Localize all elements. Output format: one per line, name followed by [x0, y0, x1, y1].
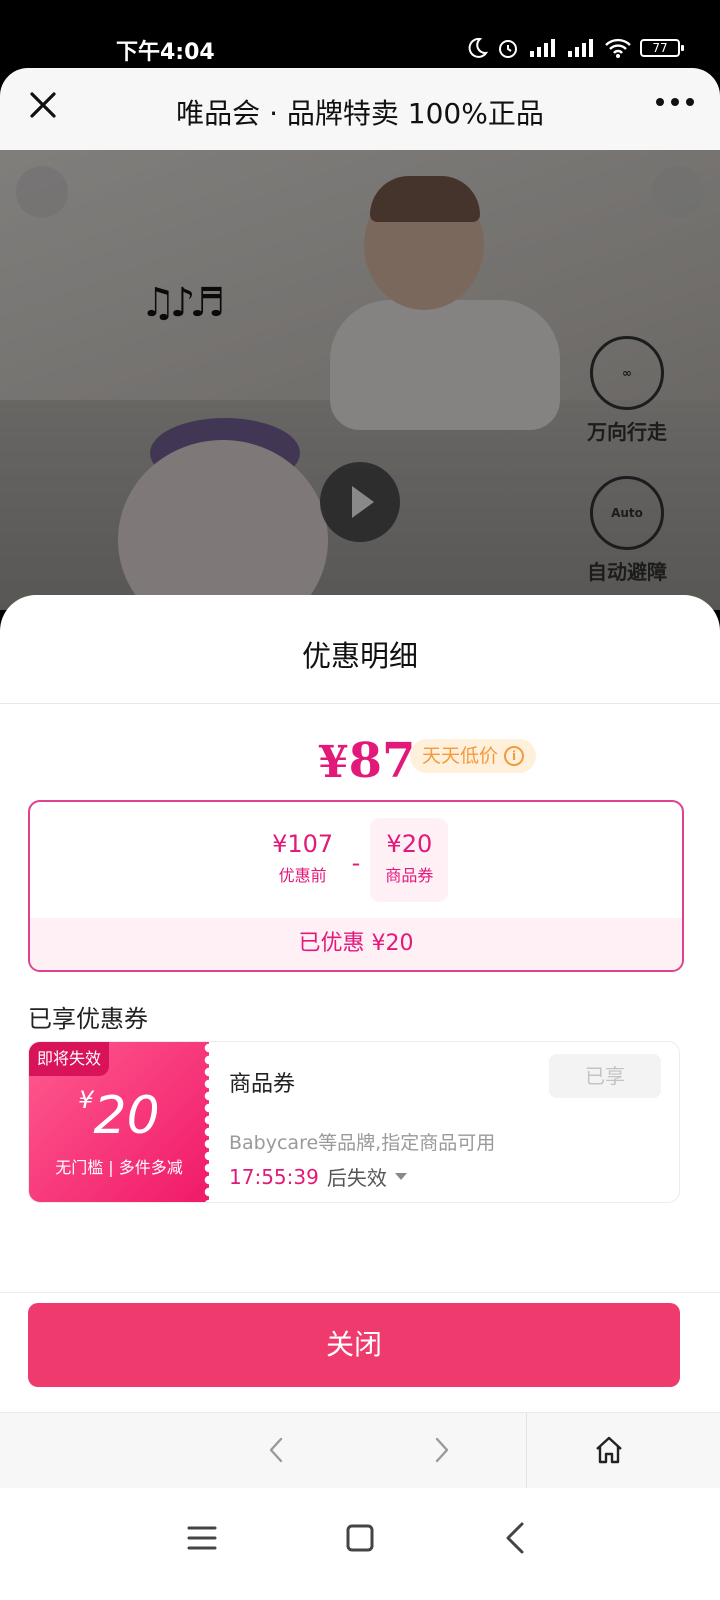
close-button[interactable]: 关闭 [28, 1303, 680, 1387]
coupon-name: 商品券 [229, 1072, 296, 1097]
wifi-icon [605, 38, 631, 58]
alarm-icon [499, 40, 517, 58]
dot-icon [656, 98, 664, 106]
coupon-applied-button[interactable]: 已享 [549, 1054, 661, 1098]
dim-overlay[interactable] [0, 150, 720, 610]
moon-icon [468, 37, 488, 58]
battery-icon: 77 [640, 39, 684, 57]
currency-symbol: ¥ [78, 1086, 94, 1114]
amount-label: 优惠前 [278, 866, 327, 885]
divider [0, 703, 720, 704]
status-icons: 77 [466, 36, 684, 60]
coupon-discount-item: ¥20 商品券 [370, 818, 449, 902]
discount-detail-sheet: 优惠明细 ¥87 天天低价 i ¥107 优惠前 - ¥20 商品券 已优惠 ¥… [0, 595, 720, 1435]
coupon-condition: 无门槛 | 多件多减 [55, 1158, 183, 1177]
perforated-edge [203, 1042, 215, 1202]
daily-low-price-tag[interactable]: 天天低价 i [410, 739, 537, 773]
chevron-down-icon [394, 1173, 407, 1180]
final-price: ¥87 [318, 733, 415, 789]
system-nav-bar [0, 1488, 720, 1600]
status-time: 下午4:04 [116, 40, 215, 65]
original-price-item: ¥107 优惠前 [264, 818, 342, 902]
countdown-timer: 17:55:39 [229, 1164, 319, 1189]
signal-icon-2 [568, 39, 593, 57]
signal-icon [530, 39, 555, 57]
more-menu-button[interactable] [656, 98, 694, 106]
divider [0, 1292, 720, 1293]
mini-program-title-bar: 唯品会 · 品牌特卖 100%正品 [0, 68, 720, 150]
back-icon[interactable] [262, 1435, 292, 1465]
divider [526, 1413, 527, 1489]
coupon-value-panel: 即将失效 ¥20 无门槛 | 多件多减 [29, 1042, 215, 1202]
final-price-value: 87 [348, 733, 416, 789]
minus-operator: - [351, 849, 361, 877]
countdown-suffix: 后失效 [326, 1166, 387, 1190]
info-icon: i [504, 746, 525, 766]
coupon-expiry[interactable]: 17:55:39 后失效 [229, 1162, 407, 1191]
amount: ¥20 [386, 830, 433, 858]
amount-label: 商品券 [385, 866, 434, 885]
box-pointer [375, 802, 405, 815]
coupon-amount: 20 [93, 1086, 160, 1146]
coupon-description: Babycare等品牌,指定商品可用 [229, 1132, 496, 1154]
daily-low-label: 天天低价 [422, 745, 499, 767]
page-title: 唯品会 · 品牌特卖 100%正品 [176, 97, 544, 130]
coupons-section-label: 已享优惠券 [28, 1005, 148, 1033]
product-image[interactable]: ♫♪♬ ∞ 万向行走 Auto 自动避障 [0, 150, 720, 610]
saved-total: 已优惠 ¥20 [30, 918, 682, 970]
sheet-title: 优惠明细 [301, 639, 418, 673]
currency-symbol: ¥ [318, 737, 349, 788]
dot-icon [686, 98, 694, 106]
expiring-badge: 即将失效 [29, 1042, 110, 1076]
home-icon[interactable] [594, 1435, 624, 1465]
system-back-icon[interactable] [494, 1516, 538, 1560]
menu-icon[interactable] [180, 1516, 224, 1560]
dot-icon [671, 98, 679, 106]
breakdown-row: ¥107 优惠前 - ¥20 商品券 [30, 818, 682, 902]
status-bar: 下午4:04 77 [0, 0, 720, 68]
coupon-value: ¥20 [29, 1086, 209, 1146]
coupon-card[interactable]: 即将失效 ¥20 无门槛 | 多件多减 商品券 已享 Babycare等品牌,指… [28, 1041, 680, 1203]
amount: ¥107 [272, 830, 334, 858]
home-square-icon[interactable] [338, 1516, 382, 1560]
browser-nav-bar [0, 1412, 720, 1489]
forward-icon[interactable] [426, 1435, 456, 1465]
price-breakdown-box: ¥107 优惠前 - ¥20 商品券 已优惠 ¥20 [28, 800, 684, 972]
